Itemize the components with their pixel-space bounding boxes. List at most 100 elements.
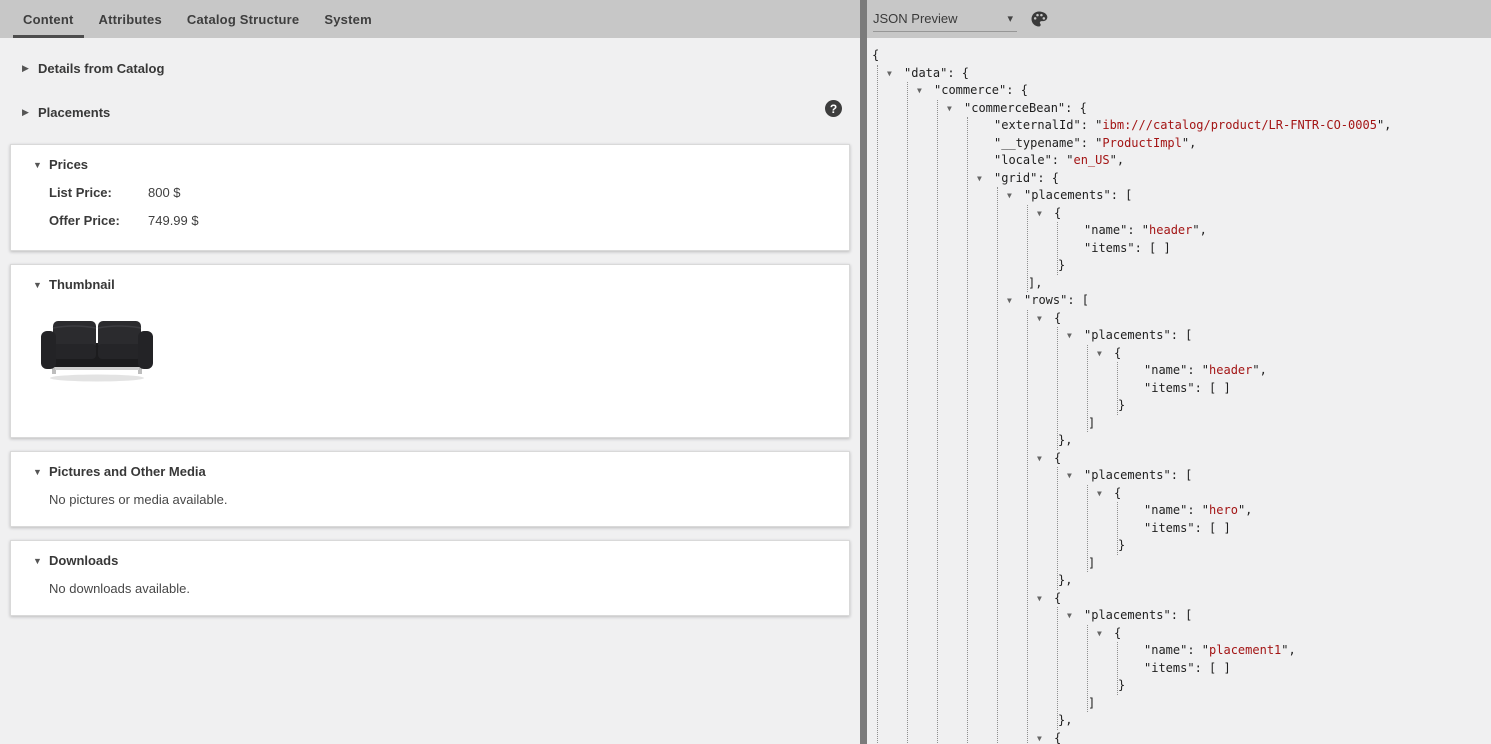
json-node-row: ▼"rows": [	[1007, 292, 1491, 310]
json-close-row: ]	[1088, 555, 1491, 573]
json-node-row: ▼"placements": [	[1007, 187, 1491, 205]
json-node-row: ▼{	[1037, 205, 1491, 223]
list-price-label: List Price:	[49, 185, 148, 201]
json-close-row: }	[1118, 397, 1491, 415]
chevron-right-icon[interactable]: ▶	[22, 107, 38, 118]
json-close-row: ]	[1088, 415, 1491, 433]
collapse-toggle-icon[interactable]: ▼	[1097, 625, 1114, 643]
json-leaf-row: "items": [ ]	[1127, 660, 1491, 678]
section-details-from-catalog[interactable]: ▶ Details from Catalog	[22, 60, 860, 76]
section-label: Placements	[38, 105, 110, 120]
theme-button[interactable]	[1029, 9, 1049, 29]
json-leaf-row: "externalId": "ibm:///catalog/product/LR…	[977, 117, 1491, 135]
json-node-row: ▼"grid": {	[977, 170, 1491, 188]
json-node-row: ▼"placements": [	[1067, 607, 1491, 625]
collapse-toggle-icon[interactable]: ▼	[1067, 467, 1084, 485]
thumbnail-card: ▼ Thumbnail	[10, 264, 850, 438]
json-leaf-row: "name": "header",	[1127, 362, 1491, 380]
json-children-block: "name": "header","items": [ ]}	[1057, 222, 1491, 275]
tab-attributes[interactable]: Attributes	[89, 0, 172, 38]
json-node-row: ▼{	[1037, 310, 1491, 328]
json-node-row: ▼"placements": [	[1067, 467, 1491, 485]
chevron-down-icon[interactable]: ▼	[33, 280, 49, 290]
json-children-block: ▼"placements": [▼{"name": "hero","items"…	[1057, 467, 1491, 590]
json-close-row: },	[1058, 432, 1491, 450]
help-icon[interactable]: ?	[825, 100, 842, 117]
json-node-row: ▼"commerce": {	[917, 82, 1491, 100]
collapse-toggle-icon[interactable]: ▼	[977, 170, 994, 188]
preview-mode-value: JSON Preview	[873, 11, 958, 26]
collapse-toggle-icon[interactable]: ▼	[1037, 590, 1054, 608]
prices-card-header[interactable]: ▼ Prices	[33, 156, 849, 173]
sofa-image	[39, 315, 155, 383]
tab-catalog-structure[interactable]: Catalog Structure	[177, 0, 309, 38]
json-children-block: ▼{"name": "hero","items": [ ]}]	[1087, 485, 1491, 573]
downloads-card-header[interactable]: ▼ Downloads	[33, 552, 849, 569]
palette-icon	[1029, 9, 1049, 29]
json-children-block: ▼"data": {▼"commerce": {▼"commerceBean":…	[877, 65, 1491, 744]
json-children-block: ▼"commerce": {▼"commerceBean": {"externa…	[907, 82, 1491, 744]
json-children-block: "externalId": "ibm:///catalog/product/LR…	[967, 117, 1491, 744]
chevron-right-icon[interactable]: ▶	[22, 63, 38, 74]
json-leaf-row: "name": "header",	[1067, 222, 1491, 240]
panel-splitter[interactable]	[860, 0, 867, 744]
collapse-toggle-icon[interactable]: ▼	[1037, 450, 1054, 468]
list-price-row: List Price: 800 $	[49, 185, 849, 201]
preview-panel: JSON Preview ▾ {▼"data": {▼"commerce": {…	[867, 0, 1491, 744]
json-node-row: ▼{	[1037, 730, 1491, 744]
json-tree: {▼"data": {▼"commerce": {▼"commerceBean"…	[867, 38, 1491, 744]
thumbnail-card-header[interactable]: ▼ Thumbnail	[33, 276, 849, 293]
json-node-row: ▼{	[1037, 450, 1491, 468]
json-node-row: ▼{	[1097, 625, 1491, 643]
collapse-toggle-icon[interactable]: ▼	[947, 100, 964, 118]
json-node-row: ▼"placements": [	[1067, 327, 1491, 345]
collapse-toggle-icon[interactable]: ▼	[887, 65, 904, 83]
chevron-down-icon[interactable]: ▼	[33, 160, 49, 170]
downloads-empty-text: No downloads available.	[49, 581, 849, 597]
preview-header: JSON Preview ▾	[867, 0, 1491, 38]
collapse-toggle-icon[interactable]: ▼	[1067, 327, 1084, 345]
collapse-toggle-icon[interactable]: ▼	[1037, 205, 1054, 223]
collapse-toggle-icon[interactable]: ▼	[917, 82, 934, 100]
json-node-row: {	[872, 47, 1491, 65]
pictures-card: ▼ Pictures and Other Media No pictures o…	[10, 451, 850, 527]
pictures-card-header[interactable]: ▼ Pictures and Other Media	[33, 463, 849, 480]
product-thumbnail-image[interactable]	[39, 315, 155, 383]
downloads-card: ▼ Downloads No downloads available.	[10, 540, 850, 616]
json-close-row: }	[1118, 537, 1491, 555]
offer-price-label: Offer Price:	[49, 213, 148, 229]
chevron-down-icon[interactable]: ▼	[33, 467, 49, 477]
json-node-row: ▼{	[1097, 485, 1491, 503]
section-placements[interactable]: ▶ Placements	[22, 104, 860, 120]
json-leaf-row: "items": [ ]	[1127, 380, 1491, 398]
json-close-row: }	[1118, 677, 1491, 695]
json-children-block: ▼"placements": [▼{"name": "placement1","…	[1057, 607, 1491, 730]
offer-price-value: 749.99 $	[148, 213, 199, 229]
chevron-down-icon: ▾	[1007, 12, 1013, 25]
collapse-toggle-icon[interactable]: ▼	[1037, 730, 1054, 744]
json-leaf-row: "name": "placement1",	[1127, 642, 1491, 660]
json-children-block: "name": "header","items": [ ]}	[1117, 362, 1491, 415]
json-leaf-row: "locale": "en_US",	[977, 152, 1491, 170]
collapse-toggle-icon[interactable]: ▼	[1007, 292, 1024, 310]
tab-system[interactable]: System	[314, 0, 381, 38]
preview-mode-select[interactable]: JSON Preview ▾	[873, 6, 1017, 32]
json-close-row: ],	[1028, 275, 1491, 293]
content-panel: Content Attributes Catalog Structure Sys…	[0, 0, 860, 744]
tab-content[interactable]: Content	[13, 0, 84, 38]
collapse-toggle-icon[interactable]: ▼	[1097, 485, 1114, 503]
thumbnail-title: Thumbnail	[49, 277, 115, 292]
collapse-toggle-icon[interactable]: ▼	[1097, 345, 1114, 363]
json-close-row: },	[1058, 712, 1491, 730]
chevron-down-icon[interactable]: ▼	[33, 556, 49, 566]
json-children-block: "name": "placement1","items": [ ]}	[1117, 642, 1491, 695]
section-label: Details from Catalog	[38, 61, 164, 76]
collapse-toggle-icon[interactable]: ▼	[1067, 607, 1084, 625]
json-leaf-row: "items": [ ]	[1127, 520, 1491, 538]
collapse-toggle-icon[interactable]: ▼	[1007, 187, 1024, 205]
collapse-toggle-icon[interactable]: ▼	[1037, 310, 1054, 328]
json-leaf-row: "items": [ ]	[1067, 240, 1491, 258]
json-close-row: }	[1058, 257, 1491, 275]
json-children-block: ▼{"name": "placement1","items": [ ]}]	[1087, 625, 1491, 713]
json-node-row: ▼"commerceBean": {	[947, 100, 1491, 118]
